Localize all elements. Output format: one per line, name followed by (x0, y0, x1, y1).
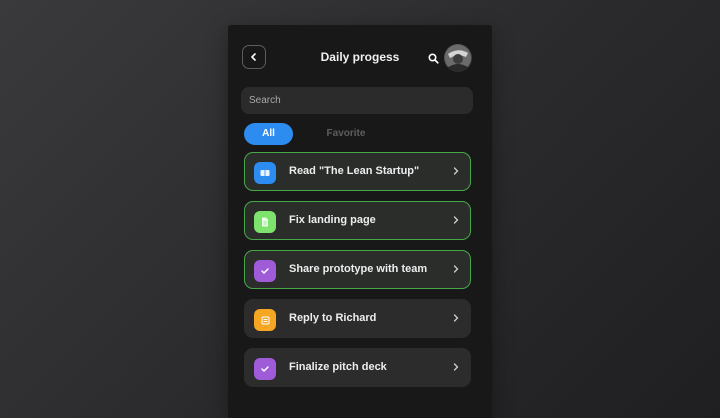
header: Daily progess (228, 44, 492, 74)
tab-favorite[interactable]: Favorite (312, 123, 380, 145)
task-label: Finalize pitch deck (289, 361, 387, 373)
chevron-right-icon (451, 312, 461, 324)
task-label: Read "The Lean Startup" (289, 165, 420, 177)
check-icon (254, 358, 276, 380)
task-item-read-lean-startup[interactable]: Read "The Lean Startup" (244, 152, 471, 191)
tab-all[interactable]: All (244, 123, 293, 145)
note-icon (254, 309, 276, 331)
task-item-fix-landing-page[interactable]: Fix landing page (244, 201, 471, 240)
task-item-finalize-pitch-deck[interactable]: Finalize pitch deck (244, 348, 471, 387)
task-item-share-prototype[interactable]: Share prototype with team (244, 250, 471, 289)
task-label: Fix landing page (289, 214, 376, 226)
chevron-right-icon (451, 361, 461, 373)
chevron-right-icon (451, 214, 461, 226)
task-label: Reply to Richard (289, 312, 377, 324)
avatar-image (445, 45, 471, 72)
search-input[interactable] (241, 87, 473, 114)
search-icon (427, 52, 439, 64)
avatar[interactable] (444, 44, 472, 72)
search-button[interactable] (426, 51, 440, 65)
document-icon (254, 211, 276, 233)
app-panel: Daily progess All Favorite (228, 25, 492, 418)
book-icon (254, 162, 276, 184)
chevron-right-icon (451, 263, 461, 275)
task-item-reply-to-richard[interactable]: Reply to Richard (244, 299, 471, 338)
task-label: Share prototype with team (289, 263, 428, 275)
check-icon (254, 260, 276, 282)
chevron-right-icon (451, 165, 461, 177)
